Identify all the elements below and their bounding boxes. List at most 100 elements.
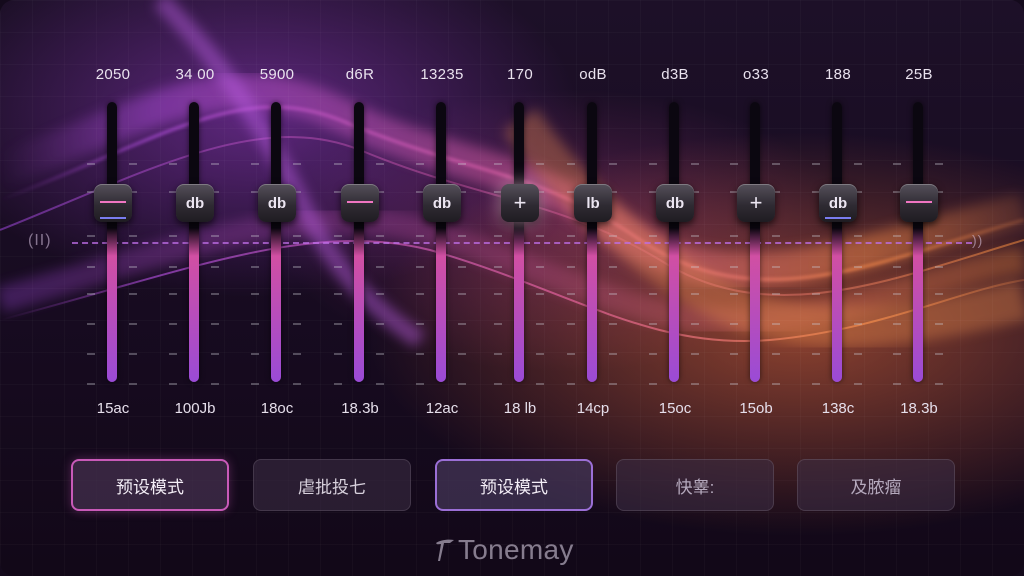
- eq-band-7: odB lb 14cp: [553, 60, 633, 420]
- preset-button-5[interactable]: 及脓瘤: [797, 459, 955, 511]
- eq-band-8: d3B db 15oc: [635, 60, 715, 420]
- scale-tick: [211, 353, 219, 355]
- scale-tick: [87, 323, 95, 325]
- slider-track[interactable]: [750, 102, 760, 382]
- scale-ticks: [730, 108, 740, 385]
- preset-button-2[interactable]: 虐批投七: [253, 459, 411, 511]
- scale-tick: [649, 266, 657, 268]
- slider-knob[interactable]: db: [258, 184, 296, 222]
- scale-tick: [293, 293, 301, 295]
- preset-button-4[interactable]: 快睾:: [616, 459, 774, 511]
- scale-ticks: [129, 108, 139, 385]
- scale-tick: [129, 235, 137, 237]
- scale-tick: [169, 383, 177, 385]
- scale-tick: [458, 235, 466, 237]
- scale-ticks: [812, 108, 822, 385]
- eq-band-6: 170 +18 lb: [480, 60, 560, 420]
- slider-knob[interactable]: [900, 184, 938, 222]
- eq-band-11: 25B 18.3b: [879, 60, 959, 420]
- scale-tick: [251, 353, 259, 355]
- scale-tick: [691, 293, 699, 295]
- scale-tick: [935, 353, 943, 355]
- slider-knob[interactable]: db: [656, 184, 694, 222]
- scale-tick: [169, 266, 177, 268]
- scale-tick: [691, 383, 699, 385]
- scale-tick: [129, 383, 137, 385]
- scale-tick: [812, 383, 820, 385]
- slider-knob[interactable]: [341, 184, 379, 222]
- preset-label: 及脓瘤: [850, 477, 902, 497]
- slider-knob[interactable]: [94, 184, 132, 222]
- scale-ticks: [251, 108, 261, 385]
- scale-tick: [211, 235, 219, 237]
- scale-tick: [87, 293, 95, 295]
- scale-tick: [772, 235, 780, 237]
- eq-band-1: 2050 15ac: [73, 60, 153, 420]
- slider-track[interactable]: [271, 102, 281, 382]
- scale-tick: [536, 293, 544, 295]
- slider-track[interactable]: [832, 102, 842, 382]
- scale-tick: [211, 293, 219, 295]
- scale-tick: [376, 293, 384, 295]
- scale-tick: [416, 235, 424, 237]
- knob-label: db: [665, 194, 685, 212]
- scale-tick: [211, 163, 219, 165]
- brand-name: Tonemay: [458, 534, 574, 565]
- scale-ticks: [893, 108, 903, 385]
- scale-tick: [251, 266, 259, 268]
- scale-tick: [854, 383, 862, 385]
- slider-track[interactable]: [354, 102, 364, 382]
- scale-tick: [567, 383, 575, 385]
- preset-label: 预设模式: [480, 477, 548, 497]
- scale-tick: [129, 266, 137, 268]
- scale-ticks: [536, 108, 546, 385]
- scale-tick: [416, 293, 424, 295]
- slider-track[interactable]: [913, 102, 923, 382]
- scale-tick: [211, 323, 219, 325]
- eq-band-5: 13235 db 12ac: [402, 60, 482, 420]
- brand-logo: Tonemay: [434, 530, 594, 570]
- scale-tick: [691, 353, 699, 355]
- slider-track[interactable]: [436, 102, 446, 382]
- scale-tick: [772, 353, 780, 355]
- scale-tick: [458, 323, 466, 325]
- preset-button-1[interactable]: 预设模式: [71, 459, 229, 511]
- slider-knob[interactable]: db: [819, 184, 857, 222]
- preset-button-3[interactable]: 预设模式: [435, 459, 593, 511]
- scale-tick: [251, 383, 259, 385]
- knob-label: db: [185, 194, 205, 212]
- scale-tick: [649, 163, 657, 165]
- slider-track[interactable]: [107, 102, 117, 382]
- scale-tick: [609, 235, 617, 237]
- scale-tick: [730, 163, 738, 165]
- scale-tick: [129, 353, 137, 355]
- slider-track[interactable]: [587, 102, 597, 382]
- slider-track[interactable]: [514, 102, 524, 382]
- scale-tick: [251, 163, 259, 165]
- scale-tick: [293, 323, 301, 325]
- slider-knob[interactable]: db: [176, 184, 214, 222]
- scale-tick: [458, 163, 466, 165]
- band-frequency-label: 2050: [95, 66, 131, 83]
- scale-tick: [129, 323, 137, 325]
- scale-tick: [935, 266, 943, 268]
- scale-tick: [536, 323, 544, 325]
- slider-knob[interactable]: +: [501, 184, 539, 222]
- scale-ticks: [211, 108, 221, 385]
- slider-track[interactable]: [189, 102, 199, 382]
- slider-knob[interactable]: +: [737, 184, 775, 222]
- band-frequency-label: 25B: [905, 66, 933, 83]
- scale-tick: [334, 266, 342, 268]
- scale-tick: [567, 353, 575, 355]
- scale-ticks: [691, 108, 701, 385]
- slider-track[interactable]: [669, 102, 679, 382]
- slider-knob[interactable]: lb: [574, 184, 612, 222]
- scale-tick: [854, 235, 862, 237]
- scale-ticks: [334, 108, 344, 385]
- slider-knob[interactable]: db: [423, 184, 461, 222]
- scale-tick: [893, 266, 901, 268]
- scale-tick: [251, 323, 259, 325]
- band-frequency-label: 170: [507, 66, 533, 83]
- scale-tick: [772, 323, 780, 325]
- scale-tick: [649, 293, 657, 295]
